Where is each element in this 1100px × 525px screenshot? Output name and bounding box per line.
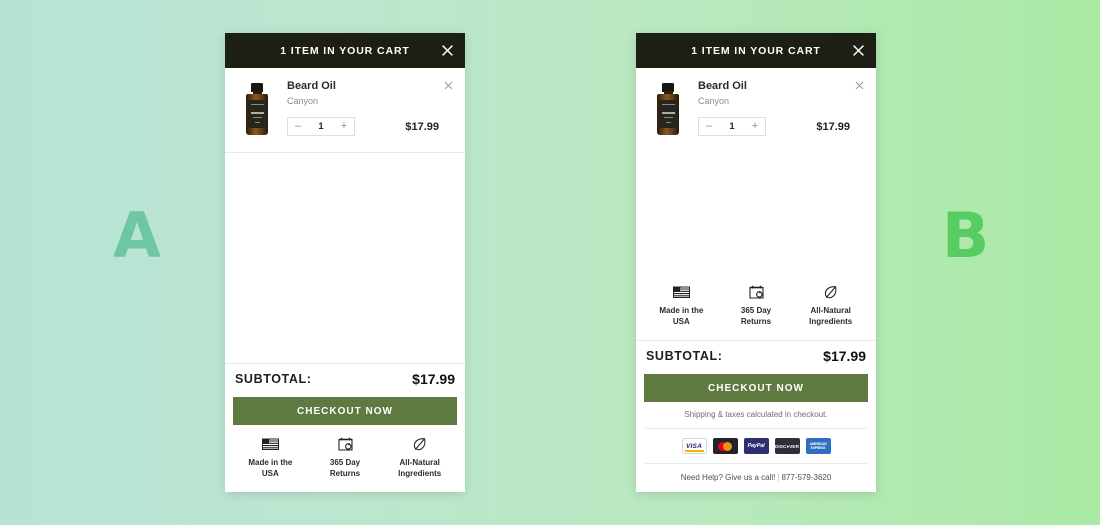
close-icon[interactable] — [440, 44, 454, 58]
variant-label-a: A — [113, 199, 161, 272]
remove-item-icon[interactable] — [855, 81, 865, 91]
cart-header-title: 1 ITEM IN YOUR CART — [691, 44, 821, 57]
trust-badge-label: 365 Day Returns — [329, 458, 361, 479]
help-phone-number[interactable]: 877-579-3620 — [781, 473, 831, 482]
quantity-increment-button[interactable]: + — [745, 118, 765, 135]
paypal-icon: PayPal — [743, 438, 769, 454]
subtotal-label: SUBTOTAL: — [235, 371, 312, 386]
product-title: Beard Oil — [698, 80, 747, 92]
trust-badge-label: Made in the USA — [248, 458, 293, 479]
beard-oil-bottle-icon — [246, 83, 268, 135]
cart-items-list: Beard Oil Canyon – 1 + $17.99 — [636, 68, 876, 340]
trust-badges-row: Made in the USA 365 Day Returns All-Natu… — [225, 425, 465, 492]
quantity-stepper[interactable]: – 1 + — [698, 117, 766, 137]
quantity-value: 1 — [729, 121, 735, 133]
checkout-button[interactable]: CHECKOUT NOW — [233, 397, 457, 426]
variant-label-b: B — [942, 199, 990, 272]
product-price: $17.99 — [405, 120, 439, 133]
trust-badge-all-natural: All-Natural Ingredients — [382, 435, 457, 480]
help-row: Need Help? Give us a call! | 877-579-3620 — [636, 464, 876, 492]
cart-items-list: Beard Oil Canyon – 1 + $17.99 — [225, 68, 465, 363]
us-flag-icon — [644, 283, 719, 301]
quantity-value: 1 — [318, 121, 324, 133]
cart-panel-variant-a: 1 ITEM IN YOUR CART Beard Oil Canyon – 1… — [225, 33, 465, 492]
checkout-button[interactable]: CHECKOUT NOW — [644, 374, 868, 402]
subtotal-value: $17.99 — [823, 347, 866, 364]
subtotal-label: SUBTOTAL: — [646, 348, 723, 363]
trust-badges-row: Made in the USA 365 Day Returns All-Natu… — [636, 273, 876, 340]
product-thumbnail — [648, 80, 688, 138]
trust-badge-365-day-returns: 365 Day Returns — [719, 283, 794, 328]
trust-badge-label: Made in the USA — [659, 306, 704, 327]
cart-line-item: Beard Oil Canyon – 1 + $17.99 — [636, 68, 876, 152]
cart-line-item: Beard Oil Canyon – 1 + $17.99 — [225, 68, 465, 153]
mastercard-icon — [712, 438, 738, 454]
product-title: Beard Oil — [287, 80, 336, 92]
product-thumbnail — [237, 80, 277, 138]
quantity-decrement-button[interactable]: – — [699, 118, 719, 135]
cart-header: 1 ITEM IN YOUR CART — [225, 33, 465, 68]
help-text: Need Help? Give us a call! — [680, 473, 776, 482]
payment-methods-row: VISA PayPal DISC●VER AMERICAN EXPRESS — [644, 429, 868, 464]
remove-item-icon[interactable] — [444, 81, 454, 91]
cart-panel-variant-b: 1 ITEM IN YOUR CART Beard Oil Canyon – 1… — [636, 33, 876, 492]
subtotal-row: SUBTOTAL: $17.99 — [225, 363, 465, 393]
cart-empty-space — [636, 152, 876, 273]
cart-header-title: 1 ITEM IN YOUR CART — [280, 44, 410, 57]
calendar-return-icon — [719, 283, 794, 301]
cart-header: 1 ITEM IN YOUR CART — [636, 33, 876, 68]
leaf-icon — [793, 283, 868, 301]
trust-badge-made-in-usa: Made in the USA — [644, 283, 719, 328]
visa-icon: VISA — [681, 438, 707, 454]
us-flag-icon — [233, 435, 308, 453]
trust-badge-made-in-usa: Made in the USA — [233, 435, 308, 480]
trust-badge-label: All-Natural Ingredients — [398, 458, 442, 479]
product-details: Beard Oil Canyon – 1 + $17.99 — [688, 80, 864, 138]
product-details: Beard Oil Canyon – 1 + $17.99 — [277, 80, 453, 138]
trust-badge-all-natural: All-Natural Ingredients — [793, 283, 868, 328]
trust-badge-365-day-returns: 365 Day Returns — [308, 435, 383, 480]
close-icon[interactable] — [851, 44, 865, 58]
product-variant: Canyon — [287, 96, 319, 107]
quantity-stepper[interactable]: – 1 + — [287, 117, 355, 137]
product-price: $17.99 — [816, 120, 850, 133]
amex-icon: AMERICAN EXPRESS — [805, 438, 831, 454]
quantity-decrement-button[interactable]: – — [288, 118, 308, 135]
shipping-note: Shipping & taxes calculated in checkout. — [644, 402, 868, 429]
discover-icon: DISC●VER — [774, 438, 800, 454]
cart-empty-space — [225, 153, 465, 363]
subtotal-row: SUBTOTAL: $17.99 — [636, 340, 876, 370]
trust-badge-label: All-Natural Ingredients — [809, 306, 853, 327]
calendar-return-icon — [308, 435, 383, 453]
leaf-icon — [382, 435, 457, 453]
product-variant: Canyon — [698, 96, 730, 107]
subtotal-value: $17.99 — [412, 370, 455, 387]
quantity-increment-button[interactable]: + — [334, 118, 354, 135]
trust-badge-label: 365 Day Returns — [740, 306, 772, 327]
beard-oil-bottle-icon — [657, 83, 679, 135]
